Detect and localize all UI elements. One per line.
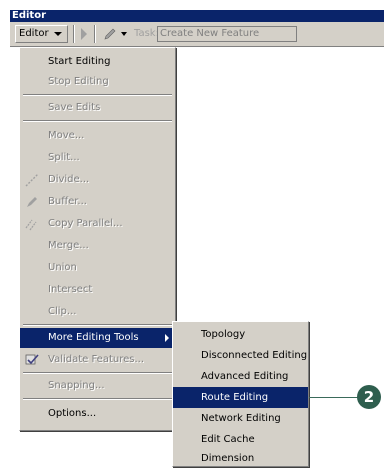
menu-item-label: Move...	[48, 130, 85, 141]
menu-item-intersect[interactable]: Intersect	[20, 280, 175, 300]
menu-item-save-edits[interactable]: Save Edits	[20, 98, 175, 118]
menu-item-buffer[interactable]: Buffer...	[20, 192, 175, 212]
menu-item-label: Intersect	[48, 284, 93, 295]
menu-item-copy-parallel[interactable]: Copy Parallel...	[20, 214, 175, 234]
menu-item-label: Split...	[48, 152, 80, 163]
submenu-item-label: Advanced Editing	[201, 371, 289, 382]
task-dropdown[interactable]: Create New Feature	[157, 26, 297, 42]
submenu-item-label: Edit Cache	[201, 434, 255, 445]
menu-item-label: Divide...	[48, 174, 90, 185]
menu-item-label: Union	[48, 262, 77, 273]
menu-item-stop-editing[interactable]: Stop Editing	[20, 72, 175, 92]
submenu-item-edit-cache[interactable]: Edit Cache	[173, 429, 308, 450]
menu-item-label: Snapping...	[48, 380, 105, 391]
menu-item-clip[interactable]: Clip...	[20, 302, 175, 322]
menu-item-merge[interactable]: Merge...	[20, 236, 175, 256]
menu-separator	[23, 120, 172, 122]
task-label: Task:	[134, 28, 159, 39]
toolbar-separator	[94, 25, 96, 43]
editor-menu-button[interactable]: Editor	[15, 25, 68, 43]
menu-item-validate-features[interactable]: Validate Features...	[20, 350, 175, 370]
submenu-item-label: Dimension	[201, 453, 255, 464]
submenu-arrow-icon	[165, 334, 169, 342]
menu-separator	[23, 398, 172, 400]
window-title: Editor	[12, 10, 46, 21]
editor-menu-label: Editor	[19, 28, 49, 39]
menu-item-start-editing[interactable]: Start Editing	[20, 52, 175, 72]
window-title-bar: Editor	[10, 10, 384, 22]
copy-parallel-icon	[25, 219, 37, 231]
menu-item-options[interactable]: Options...	[20, 404, 175, 424]
submenu-item-dimension[interactable]: Dimension	[173, 448, 308, 469]
submenu-item-label: Network Editing	[201, 413, 281, 424]
menu-item-label: Save Edits	[48, 102, 101, 113]
submenu-item-disconnected-editing[interactable]: Disconnected Editing	[173, 345, 308, 366]
menu-item-label: Start Editing	[48, 56, 111, 67]
submenu-item-topology[interactable]: Topology	[173, 324, 308, 345]
menu-item-move[interactable]: Move...	[20, 126, 175, 146]
menu-item-label: Clip...	[48, 306, 77, 317]
submenu-item-label: Disconnected Editing	[201, 350, 308, 361]
toolbar-separator	[73, 25, 75, 43]
menu-item-label: Copy Parallel...	[48, 218, 123, 229]
menu-separator	[23, 324, 172, 326]
validate-icon	[25, 354, 39, 365]
step-callout-badge: 2	[357, 385, 381, 409]
chevron-down-icon	[54, 32, 62, 36]
menu-item-label: More Editing Tools	[48, 332, 139, 343]
menu-separator	[23, 94, 172, 96]
buffer-icon	[27, 197, 37, 207]
menu-separator	[23, 372, 172, 374]
menu-item-divide[interactable]: Divide...	[20, 170, 175, 190]
menu-item-label: Options...	[48, 408, 97, 419]
menu-item-label: Stop Editing	[48, 76, 109, 87]
menu-item-label: Buffer...	[48, 196, 87, 207]
submenu-item-label: Topology	[201, 329, 246, 340]
submenu-item-network-editing[interactable]: Network Editing	[173, 408, 308, 429]
more-editing-tools-submenu: Topology Disconnected Editing Advanced E…	[172, 321, 309, 467]
submenu-item-advanced-editing[interactable]: Advanced Editing	[173, 366, 308, 387]
menu-item-union[interactable]: Union	[20, 258, 175, 278]
menu-item-label: Validate Features...	[48, 354, 145, 365]
submenu-item-label: Route Editing	[201, 392, 269, 403]
menu-item-label: Merge...	[48, 240, 89, 251]
divide-icon	[25, 173, 39, 187]
menu-item-snapping[interactable]: Snapping...	[20, 376, 175, 396]
sketch-tool-icon[interactable]	[81, 28, 87, 40]
submenu-item-route-editing[interactable]: Route Editing	[173, 387, 308, 408]
pencil-icon[interactable]	[103, 27, 117, 41]
menu-item-more-editing-tools[interactable]: More Editing Tools	[20, 328, 175, 348]
menu-item-split[interactable]: Split...	[20, 148, 175, 168]
editor-menu: Start Editing Stop Editing Save Edits Mo…	[19, 47, 176, 431]
editor-toolbar: Editor Task: Create New Feature	[10, 22, 384, 47]
chevron-down-icon[interactable]	[121, 32, 127, 36]
